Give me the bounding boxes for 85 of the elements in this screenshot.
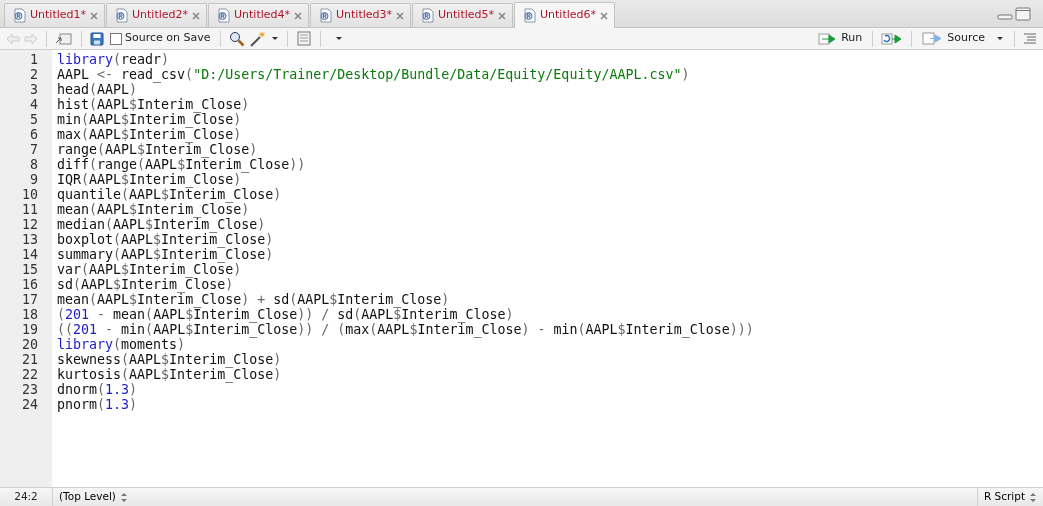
close-icon[interactable]: [192, 11, 200, 20]
line-number: 2: [29, 67, 39, 82]
line-number: 5: [29, 112, 39, 127]
line-number: 8: [29, 157, 39, 172]
code-line: hist(AAPL$Interim_Close): [57, 97, 250, 112]
code-line: mean(AAPL$Interim_Close): [57, 202, 250, 217]
file-type-selector[interactable]: R Script: [976, 488, 1043, 506]
code-line: ((201 - min(AAPL$Interim_Close)) / (max(AAPL$Interim_Close) - min(AAPL$Interim_Close))): [57, 322, 754, 337]
code-line: skewness(AAPL$Interim_Close): [57, 352, 282, 367]
line-number: 7: [29, 142, 39, 157]
line-number: 22: [21, 367, 39, 382]
search-icon[interactable]: [229, 30, 246, 47]
line-number: 12: [21, 217, 39, 232]
line-number: 3: [29, 82, 39, 97]
editor-tab[interactable]: Untitled4*: [208, 3, 309, 27]
line-number: 11: [21, 202, 39, 217]
caret-icon[interactable]: [335, 35, 344, 42]
source-on-save-checkbox[interactable]: Source on Save: [108, 30, 213, 47]
line-number: 21: [21, 352, 39, 367]
caret-icon: [996, 35, 1004, 42]
editor-tab[interactable]: Untitled5*: [412, 3, 513, 27]
code-line: library(moments): [57, 337, 186, 352]
line-number: 14: [21, 247, 39, 262]
code-line: summary(AAPL$Interim_Close): [57, 247, 274, 262]
code-line: head(AAPL): [57, 82, 138, 97]
line-number: 24: [21, 397, 39, 412]
code-line: boxplot(AAPL$Interim_Close): [57, 232, 274, 247]
close-icon[interactable]: [90, 11, 98, 20]
line-number: 16: [21, 277, 39, 292]
r-document-icon: [319, 8, 332, 23]
r-document-icon: [217, 8, 230, 23]
code-line: AAPL <- read_csv("D:/Users/Trainer/Desktop/Bundle/Data/Equity/Equity/AAPL.csv"): [57, 67, 690, 82]
editor-tab[interactable]: Untitled2*: [106, 3, 207, 27]
line-number: 23: [21, 382, 39, 397]
r-document-icon: [421, 8, 434, 23]
outline-menu-icon[interactable]: [1023, 32, 1037, 45]
line-number: 1: [29, 52, 39, 67]
code-line: max(AAPL$Interim_Close): [57, 127, 242, 142]
close-icon[interactable]: [600, 11, 608, 20]
r-document-icon: [115, 8, 128, 23]
code-line: kurtosis(AAPL$Interim_Close): [57, 367, 282, 382]
up-down-icon: [1029, 491, 1037, 503]
editor-tab[interactable]: Untitled1*: [4, 3, 105, 27]
code-line: median(AAPL$Interim_Close): [57, 217, 266, 232]
save-icon[interactable]: [90, 31, 104, 46]
code-line: min(AAPL$Interim_Close): [57, 112, 242, 127]
editor-tab[interactable]: Untitled3*: [310, 3, 411, 27]
cursor-position: 24:2: [13, 489, 39, 505]
code-line: quantile(AAPL$Interim_Close): [57, 187, 282, 202]
maximize-icon[interactable]: [1015, 6, 1031, 21]
code-line: dnorm(1.3): [57, 382, 138, 397]
code-line: range(AAPL$Interim_Close): [57, 142, 258, 157]
source-button[interactable]: Source: [920, 30, 1006, 47]
line-number: 4: [29, 97, 39, 112]
line-number: 19: [21, 322, 39, 337]
scope-selector[interactable]: (Top Level): [52, 488, 134, 506]
magic-wand-icon[interactable]: [249, 30, 268, 47]
code-line: diff(range(AAPL$Interim_Close)): [57, 157, 306, 172]
code-line: mean(AAPL$Interim_Close) + sd(AAPL$Interim_Close): [57, 292, 450, 307]
line-number: 15: [21, 262, 39, 277]
line-number: 6: [29, 127, 39, 142]
code-line: (201 - mean(AAPL$Interim_Close)) / sd(AAPL$Interim_Close): [57, 307, 514, 322]
line-number: 18: [21, 307, 39, 322]
r-document-icon: [523, 8, 536, 23]
line-number: 10: [21, 187, 39, 202]
code-line: IQR(AAPL$Interim_Close): [57, 172, 242, 187]
code-line: sd(AAPL$Interim_Close): [57, 277, 234, 292]
code-line: library(readr): [57, 52, 170, 67]
code-line: pnorm(1.3): [57, 397, 138, 412]
line-number: 13: [21, 232, 39, 247]
window-arrow-icon[interactable]: [55, 31, 73, 46]
line-number: 20: [21, 337, 39, 352]
editor-tab[interactable]: Untitled6*: [514, 2, 615, 28]
r-document-icon: [13, 8, 26, 23]
notebook-icon[interactable]: [296, 31, 313, 46]
code-line: var(AAPL$Interim_Close): [57, 262, 242, 277]
line-number: 9: [29, 172, 39, 187]
line-number: 17: [21, 292, 39, 307]
rerun-icon[interactable]: [881, 32, 904, 45]
close-icon[interactable]: [294, 11, 302, 20]
close-icon[interactable]: [396, 11, 404, 20]
up-down-icon: [119, 491, 128, 503]
close-icon[interactable]: [498, 11, 506, 20]
run-button[interactable]: Run: [816, 30, 865, 47]
caret-icon[interactable]: [271, 35, 280, 42]
